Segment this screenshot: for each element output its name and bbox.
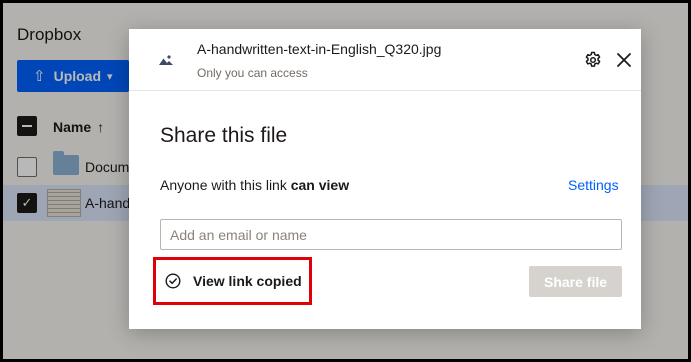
share-modal: A-handwritten-text-in-English_Q320.jpg O…	[129, 29, 641, 329]
permission-prefix: Anyone with this link	[160, 177, 291, 193]
share-file-button[interactable]: Share file	[529, 266, 622, 297]
image-file-icon	[159, 55, 173, 65]
file-name: A-handwritten-text-in-English_Q320.jpg	[197, 41, 442, 57]
settings-link[interactable]: Settings	[568, 177, 619, 193]
view-link-copied-button[interactable]: View link copied	[153, 257, 312, 305]
access-text: Only you can access	[197, 66, 308, 80]
screen-frame: Dropbox ⇧ Upload ▾ Name ↑ Docum ✓ A-hand …	[0, 0, 691, 362]
email-input[interactable]	[160, 219, 622, 250]
modal-title: Share this file	[160, 124, 288, 147]
permission-value: can view	[290, 177, 350, 193]
gear-icon[interactable]	[584, 51, 602, 69]
copied-label: View link copied	[193, 273, 302, 289]
link-permission-text: Anyone with this link can view	[160, 177, 349, 193]
check-circle-icon	[165, 273, 181, 289]
modal-header: A-handwritten-text-in-English_Q320.jpg O…	[129, 29, 641, 91]
close-icon[interactable]	[616, 52, 632, 68]
